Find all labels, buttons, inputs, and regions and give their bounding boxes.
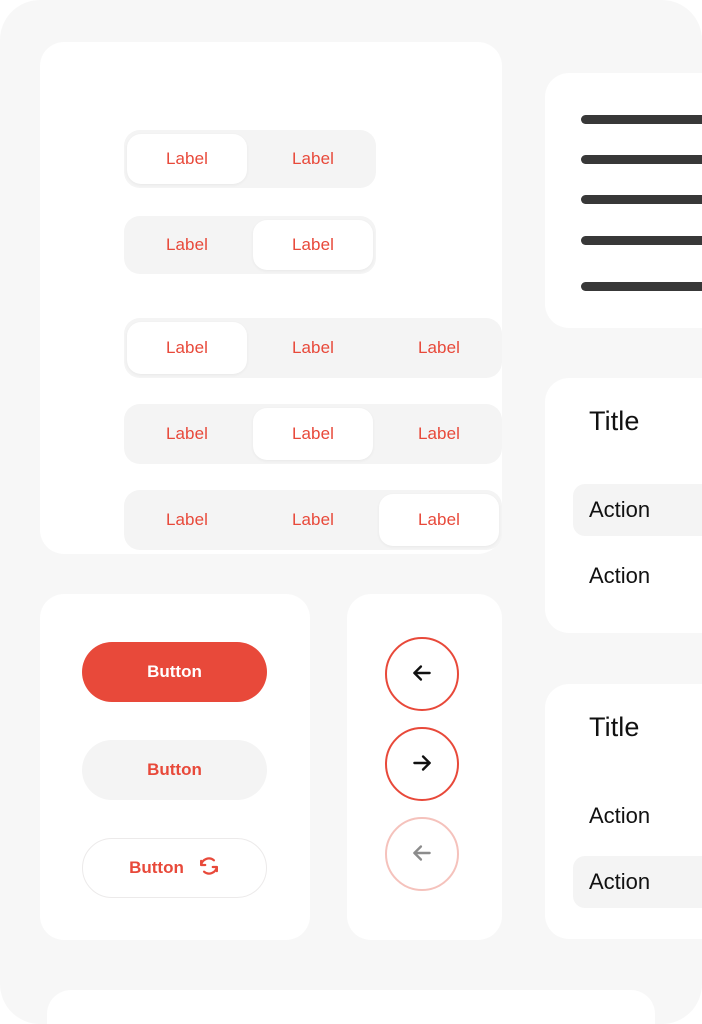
segment-0-0[interactable]: Label bbox=[127, 134, 247, 184]
component-library-canvas: Label Label Label Label Label Label Labe… bbox=[0, 0, 702, 1024]
segment-2-0[interactable]: Label bbox=[127, 322, 247, 374]
segmented-control-1[interactable]: Label Label bbox=[124, 216, 376, 274]
buttons-card: Button Button Button bbox=[40, 594, 310, 940]
segment-2-1[interactable]: Label bbox=[253, 322, 373, 374]
segment-3-1[interactable]: Label bbox=[253, 408, 373, 460]
segmented-controls-card: Label Label Label Label Label Label Labe… bbox=[40, 42, 502, 554]
menu-card-2: Title Action Action bbox=[545, 684, 702, 939]
divider-bar bbox=[581, 236, 702, 245]
arrow-right-icon bbox=[409, 750, 435, 779]
nav-back-disabled-button bbox=[385, 817, 459, 891]
divider-bar bbox=[581, 282, 702, 291]
primary-button[interactable]: Button bbox=[82, 642, 267, 702]
segment-2-2[interactable]: Label bbox=[379, 322, 499, 374]
segment-3-0[interactable]: Label bbox=[127, 408, 247, 460]
primary-button-label: Button bbox=[147, 662, 202, 681]
segment-0-1[interactable]: Label bbox=[253, 134, 373, 184]
menu-item[interactable]: Action bbox=[573, 550, 702, 602]
secondary-button-label: Button bbox=[147, 760, 202, 779]
refresh-icon bbox=[198, 855, 220, 882]
menu-title: Title bbox=[589, 712, 640, 742]
nav-back-button[interactable] bbox=[385, 637, 459, 711]
arrow-left-icon bbox=[409, 840, 435, 869]
menu-item[interactable]: Action bbox=[573, 856, 702, 908]
divider-bar bbox=[581, 155, 702, 164]
bottom-card bbox=[47, 990, 655, 1024]
segment-1-1[interactable]: Label bbox=[253, 220, 373, 270]
menu-card-1: Title Action Action bbox=[545, 378, 702, 633]
menu-item[interactable]: Action bbox=[573, 790, 702, 842]
segment-3-2[interactable]: Label bbox=[379, 408, 499, 460]
outline-button-label: Button bbox=[129, 858, 184, 877]
segmented-control-0[interactable]: Label Label bbox=[124, 130, 376, 188]
nav-forward-button[interactable] bbox=[385, 727, 459, 801]
menu-item[interactable]: Action bbox=[573, 484, 702, 536]
secondary-button[interactable]: Button bbox=[82, 740, 267, 800]
segment-4-0[interactable]: Label bbox=[127, 494, 247, 546]
menu-title: Title bbox=[589, 406, 640, 436]
divider-bar bbox=[581, 115, 702, 124]
outline-refresh-button[interactable]: Button bbox=[82, 838, 267, 898]
segmented-control-4[interactable]: Label Label Label bbox=[124, 490, 502, 550]
arrow-left-icon bbox=[409, 660, 435, 689]
divider-bar bbox=[581, 195, 702, 204]
segmented-control-2[interactable]: Label Label Label bbox=[124, 318, 502, 378]
segment-4-2[interactable]: Label bbox=[379, 494, 499, 546]
segmented-control-3[interactable]: Label Label Label bbox=[124, 404, 502, 464]
navigation-buttons-card bbox=[347, 594, 502, 940]
segment-1-0[interactable]: Label bbox=[127, 220, 247, 270]
divider-bars-card bbox=[545, 73, 702, 328]
segment-4-1[interactable]: Label bbox=[253, 494, 373, 546]
